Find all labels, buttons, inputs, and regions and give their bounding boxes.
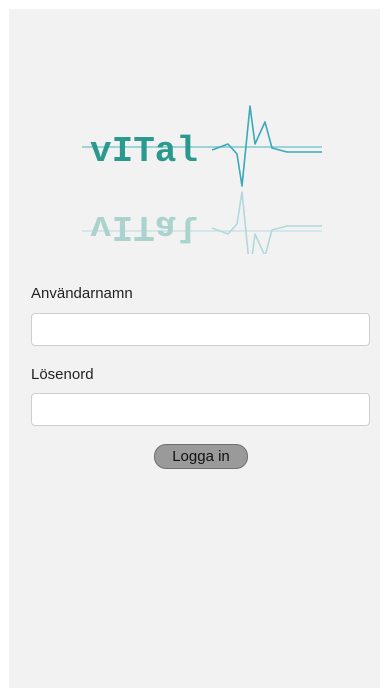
- login-screen: vITal vITal Användarnamn Lösenord Logga …: [9, 9, 380, 688]
- logo-graphic: vITal vITal: [82, 105, 322, 254]
- heartbeat-wave: [211, 105, 322, 187]
- login-button[interactable]: Logga in: [154, 444, 248, 469]
- username-label: Användarnamn: [31, 285, 133, 302]
- logo-reflection: vITal: [82, 191, 322, 254]
- username-input[interactable]: [31, 313, 370, 346]
- logo-text: vITal: [90, 131, 198, 172]
- vital-logo: vITal vITal: [82, 94, 327, 254]
- logo-reflection-text: vITal: [90, 206, 198, 247]
- password-input[interactable]: [31, 393, 370, 426]
- password-label: Lösenord: [31, 366, 94, 383]
